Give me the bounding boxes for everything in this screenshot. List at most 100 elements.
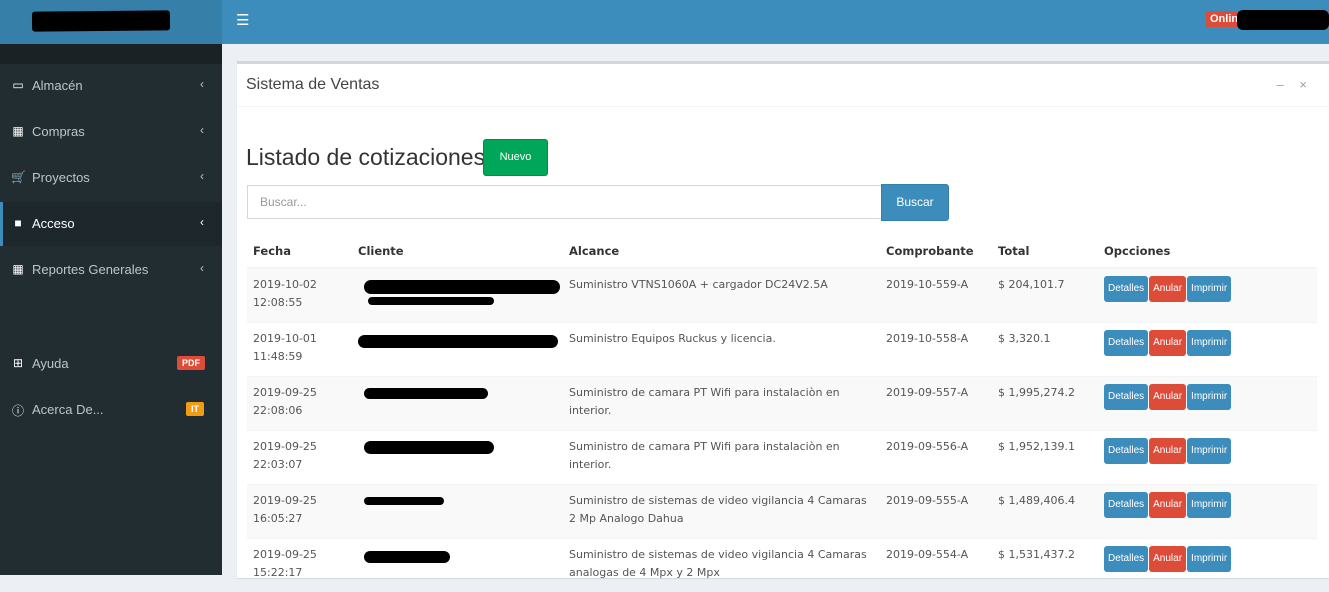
sidebar-header (0, 44, 222, 64)
print-button[interactable]: Imprimir (1187, 438, 1231, 464)
cancel-button[interactable]: Anular (1149, 438, 1186, 464)
chevron-left-icon: ‹ (200, 215, 204, 229)
chevron-left-icon: ‹ (200, 77, 204, 91)
new-button[interactable]: Nuevo (483, 139, 548, 176)
sidebar-item-acceso[interactable]: ■ Acceso ‹ (0, 202, 222, 246)
cancel-button[interactable]: Anular (1149, 384, 1186, 410)
total-cell: $ 1,952,139.1 (992, 431, 1098, 485)
sidebar-item-proyectos[interactable]: 🛒 Proyectos ‹ (0, 156, 222, 200)
column-header-cliente[interactable]: Cliente (352, 235, 563, 268)
column-header-comprobante[interactable]: Comprobante (880, 235, 992, 268)
client-cell (352, 268, 563, 323)
details-button[interactable]: Detalles (1104, 492, 1148, 518)
sidebar-item-compras[interactable]: ▦ Compras ‹ (0, 110, 222, 154)
minimize-icon[interactable]: – (1277, 77, 1284, 92)
box-title: Sistema de Ventas (246, 76, 379, 94)
table-header-row: Fecha Cliente Alcance Comprobante Total … (247, 235, 1317, 268)
redacted-user-name[interactable] (1237, 10, 1329, 30)
total-cell: $ 204,101.7 (992, 268, 1098, 323)
total-cell: $ 1,531,437.2 (992, 539, 1098, 592)
box-header: Sistema de Ventas – × (237, 64, 1329, 107)
search-button[interactable]: Buscar (881, 184, 949, 221)
time-text: 16:05:27 (253, 512, 302, 525)
print-button[interactable]: Imprimir (1187, 492, 1231, 518)
comprobante-cell: 2019-10-558-A (880, 323, 992, 377)
redacted-client (358, 276, 557, 314)
options-cell: DetallesAnularImprimir (1098, 539, 1317, 592)
cart-icon: 🛒 (11, 170, 25, 184)
date-cell: 2019-09-2522:08:06 (247, 377, 352, 431)
date-text: 2019-09-25 (253, 440, 317, 453)
bars-icon[interactable]: ☰ (236, 11, 249, 29)
date-text: 2019-09-25 (253, 386, 317, 399)
column-header-fecha[interactable]: Fecha (247, 235, 352, 268)
details-button[interactable]: Detalles (1104, 546, 1148, 572)
alcance-cell: Suministro Equipos Ruckus y licencia. (563, 323, 880, 377)
print-button[interactable]: Imprimir (1187, 330, 1231, 356)
pdf-badge: PDF (177, 356, 205, 370)
redacted-client (358, 492, 557, 530)
details-button[interactable]: Detalles (1104, 384, 1148, 410)
total-cell: $ 3,320.1 (992, 323, 1098, 377)
table-row: 2019-09-2522:08:06 Suministro de camara … (247, 377, 1317, 431)
comprobante-cell: 2019-09-554-A (880, 539, 992, 592)
comprobante-cell: 2019-09-556-A (880, 431, 992, 485)
cancel-button[interactable]: Anular (1149, 492, 1186, 518)
column-header-opcciones: Opcciones (1098, 235, 1317, 268)
comprobante-cell: 2019-09-557-A (880, 377, 992, 431)
table-row: 2019-10-0111:48:59 Suministro Equipos Ru… (247, 323, 1317, 377)
main-box: Sistema de Ventas – × Listado de cotizac… (237, 61, 1329, 578)
sidebar: ▭ Almacén ‹ ▦ Compras ‹ 🛒 Proyectos ‹ ■ … (0, 44, 222, 575)
table-row: 2019-09-25 22:03:07 Suministro de camara … (247, 431, 1317, 485)
sidebar-item-reportes-generales[interactable]: ▦ Reportes Generales ‹ (0, 248, 222, 292)
quotes-table: Fecha Cliente Alcance Comprobante Total … (247, 235, 1317, 592)
options-cell: DetallesAnularImprimir (1098, 431, 1317, 485)
alcance-cell: Suministro de sistemas de video vigilanc… (563, 485, 880, 539)
date-cell: 2019-10-0111:48:59 (247, 323, 352, 377)
sidebar-item-label: Compras (32, 124, 85, 139)
search-input[interactable] (247, 185, 894, 219)
sidebar-item-label: Ayuda (32, 356, 69, 371)
laptop-icon: ▭ (11, 78, 25, 92)
options-cell: DetallesAnularImprimir (1098, 268, 1317, 323)
redacted-client (358, 330, 557, 368)
close-icon[interactable]: × (1299, 77, 1307, 92)
date-text: 2019-10-02 (253, 278, 317, 291)
options-cell: DetallesAnularImprimir (1098, 323, 1317, 377)
table-row: 2019-09-2516:05:27 Suministro de sistema… (247, 485, 1317, 539)
redacted-logo (32, 10, 170, 31)
alcance-cell: Suministro de camara PT Wifi para instal… (563, 431, 880, 485)
client-cell (352, 539, 563, 592)
print-button[interactable]: Imprimir (1187, 276, 1231, 302)
box-tools: – × (1265, 77, 1307, 92)
plus-square-icon: ⊞ (11, 356, 25, 370)
details-button[interactable]: Detalles (1104, 330, 1148, 356)
print-button[interactable]: Imprimir (1187, 384, 1231, 410)
grid-icon: ▦ (11, 124, 25, 138)
total-cell: $ 1,995,274.2 (992, 377, 1098, 431)
logo-area[interactable] (0, 0, 222, 44)
cancel-button[interactable]: Anular (1149, 276, 1186, 302)
table-row: 2019-09-2515:22:17 Suministro de sistema… (247, 539, 1317, 592)
column-header-total[interactable]: Total (992, 235, 1098, 268)
print-button[interactable]: Imprimir (1187, 546, 1231, 572)
details-button[interactable]: Detalles (1104, 276, 1148, 302)
cancel-button[interactable]: Anular (1149, 330, 1186, 356)
sidebar-item-ayuda[interactable]: ⊞ Ayuda PDF (0, 342, 222, 386)
sidebar-item-acerca-de[interactable]: ⓘ Acerca De... IT (0, 388, 222, 432)
sidebar-item-almacen[interactable]: ▭ Almacén ‹ (0, 64, 222, 108)
redacted-client (358, 384, 557, 422)
date-cell: 2019-09-2515:22:17 (247, 539, 352, 592)
time-text: 22:03:07 (253, 458, 302, 471)
chevron-left-icon: ‹ (200, 261, 204, 275)
date-cell: 2019-09-2516:05:27 (247, 485, 352, 539)
cancel-button[interactable]: Anular (1149, 546, 1186, 572)
alcance-cell: Suministro de sistemas de video vigilanc… (563, 539, 880, 592)
time-text: 12:08:55 (253, 296, 302, 309)
details-button[interactable]: Detalles (1104, 438, 1148, 464)
client-cell (352, 485, 563, 539)
page-title: Listado de cotizaciones (246, 144, 485, 171)
column-header-alcance[interactable]: Alcance (563, 235, 880, 268)
comprobante-cell: 2019-09-555-A (880, 485, 992, 539)
date-text: 2019-10-01 (253, 332, 317, 345)
